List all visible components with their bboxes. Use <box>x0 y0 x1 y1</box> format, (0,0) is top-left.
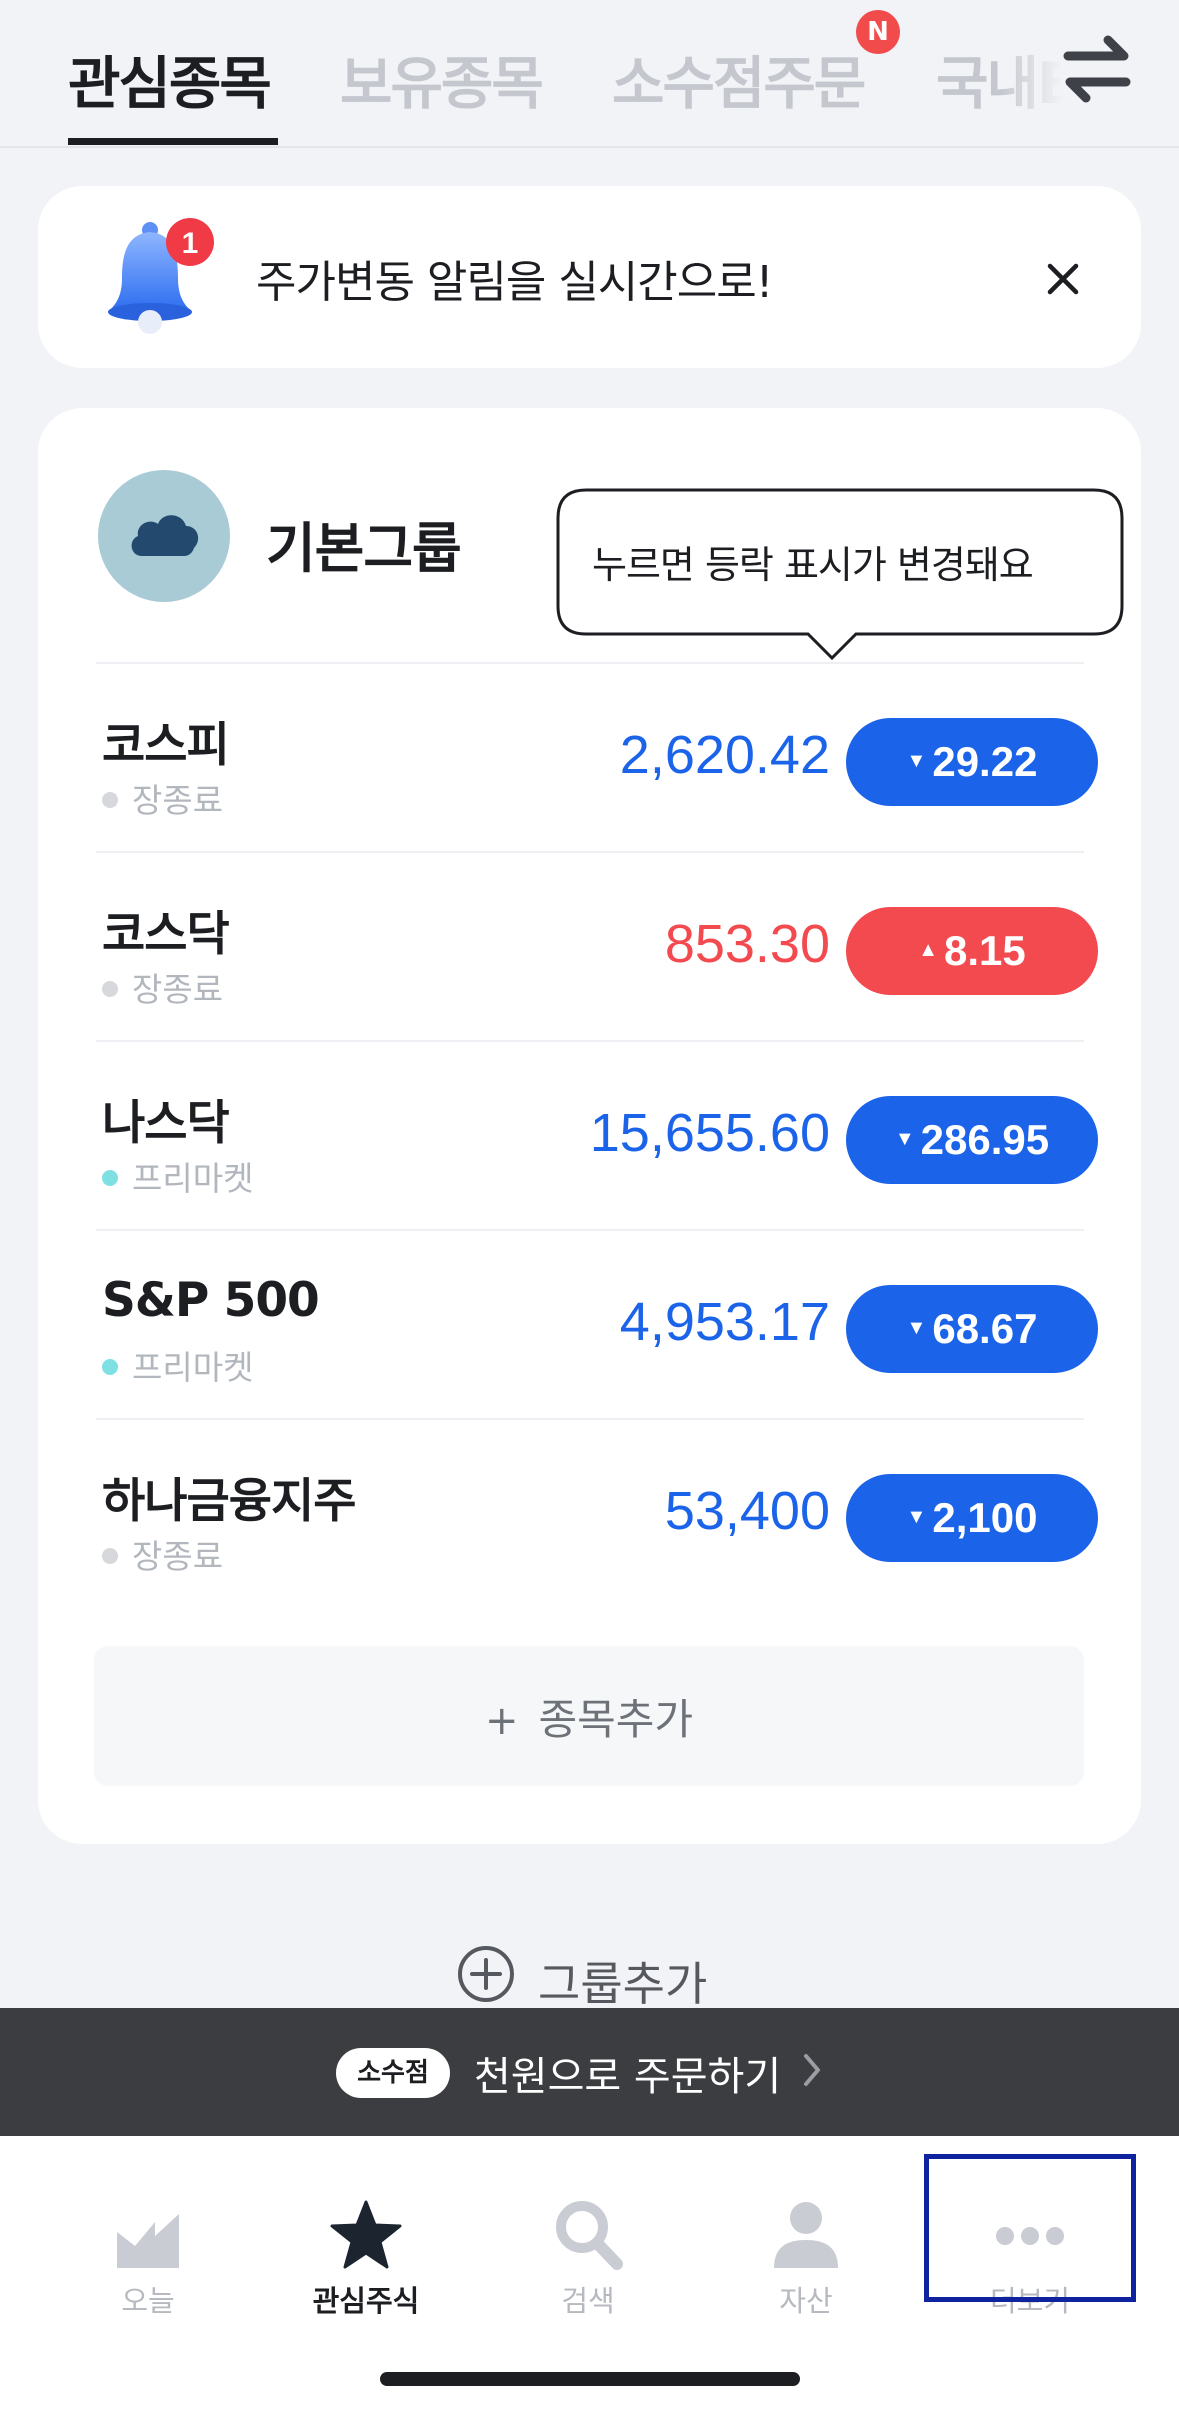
triangle-down-icon: ▼ <box>906 1505 927 1528</box>
market-status: 프리마켓 <box>102 1152 253 1200</box>
status-dot <box>102 1547 118 1564</box>
nav-search[interactable]: 검색 <box>488 2170 688 2318</box>
tab-watchlist[interactable]: 관심종목 <box>68 38 272 120</box>
stock-list: 코스피 장종료 2,620.42 ▼ 29.22 코스닥 장종료 853.30 ▲ 8.15 나스닥… <box>96 662 1098 1607</box>
stock-row[interactable]: S&P 500 프리마켓 4,953.17 ▼ 68.67 <box>96 1229 1098 1418</box>
stock-price: 15,655.60 <box>589 1103 830 1163</box>
nav-assets[interactable]: 자산 <box>706 2170 906 2318</box>
status-dot <box>102 1358 118 1375</box>
stock-price: 53,400 <box>664 1481 830 1541</box>
change-value: 68.67 <box>932 1305 1038 1352</box>
market-status: 장종료 <box>102 1530 223 1578</box>
banner-text: 천원으로 주문하기 <box>474 2054 782 2100</box>
stock-row[interactable]: 코스닥장종료 853.30 ▲ 8.15 <box>96 851 1098 1040</box>
cloud-icon <box>131 515 199 556</box>
group-avatar[interactable] <box>98 470 230 602</box>
alert-message: 주가변동 알림을 실시간으로! <box>256 257 773 308</box>
status-dot <box>102 791 118 808</box>
triangle-down-icon: ▼ <box>894 1127 915 1150</box>
stock-name: S&P 500 <box>102 1273 320 1328</box>
chart-icon <box>117 2214 179 2268</box>
watchlist-group-card: 기본그룹 누르면 등락 표시가 변경돼요 코스피 장종료 2,620.42 ▼ 29.2… <box>38 408 1141 1844</box>
nav-watchlist[interactable]: 관심주식 <box>266 2170 466 2318</box>
stock-row[interactable]: 나스닥프리마켓 15,655.60 ▼ 286.95 <box>96 1040 1098 1229</box>
close-icon[interactable] <box>1040 256 1086 302</box>
stock-name: 하나금융지주 <box>102 1474 356 1529</box>
plus-icon: + <box>484 1697 519 1744</box>
stock-name: 코스피 <box>102 718 230 773</box>
bell-icon: 1 <box>108 218 214 334</box>
nav-search-label: 검색 <box>561 2284 615 2318</box>
tab-fractional-order[interactable]: 소수점주문 <box>612 38 866 120</box>
market-status-label: 프리마켓 <box>132 1348 254 1387</box>
tooltip-text: 누르면 등락 표시가 변경돼요 <box>592 543 1034 587</box>
new-badge: N <box>856 10 900 54</box>
change-pill[interactable]: ▼ 68.67 <box>846 1285 1098 1373</box>
nav-watchlist-label: 관심주식 <box>312 2284 420 2318</box>
active-tab-indicator <box>68 138 278 145</box>
nav-today-label: 오늘 <box>121 2284 175 2318</box>
circle-plus-icon <box>458 1946 514 2002</box>
bell-badge-count: 1 <box>182 227 199 260</box>
fractional-badge: 소수점 <box>336 2048 450 2098</box>
status-dot <box>102 980 118 997</box>
group-title[interactable]: 기본그룹 <box>266 504 462 583</box>
chevron-right-icon <box>804 2054 820 2086</box>
stock-name: 코스닥 <box>102 907 230 962</box>
stock-price: 853.30 <box>664 914 830 974</box>
add-stock-label: 종목추가 <box>538 1694 694 1744</box>
search-icon <box>556 2201 623 2270</box>
status-dot <box>102 1169 118 1186</box>
add-group-label: 그룹추가 <box>538 1957 708 2011</box>
change-value: 29.22 <box>932 738 1038 785</box>
market-status-label: 장종료 <box>132 970 224 1009</box>
tab-holdings[interactable]: 보유종목 <box>340 38 544 120</box>
person-icon <box>774 2202 838 2268</box>
market-status-label: 장종료 <box>132 781 224 820</box>
market-status-label: 프리마켓 <box>132 1159 254 1198</box>
change-pill[interactable]: ▼ 29.22 <box>846 718 1098 806</box>
stock-price: 4,953.17 <box>619 1292 830 1352</box>
fractional-order-banner[interactable]: 소수점 천원으로 주문하기 <box>0 2008 1179 2136</box>
bottom-navigation: 오늘 관심주식 검색 자산 더보기 <box>0 2136 1179 2412</box>
change-value: 8.15 <box>944 927 1026 974</box>
watchlist-screen: 관심종목 보유종목 소수점주문 국내B N 1 주가변동 알림 <box>0 0 1179 2412</box>
add-stock-button[interactable]: + 종목추가 <box>94 1646 1084 1786</box>
star-icon <box>330 2200 402 2269</box>
price-alert-banner[interactable]: 1 주가변동 알림을 실시간으로! <box>38 186 1141 368</box>
swap-arrows-icon[interactable] <box>1060 34 1134 104</box>
change-value: 286.95 <box>920 1116 1050 1163</box>
triangle-up-icon: ▲ <box>918 938 939 961</box>
stock-row[interactable]: 코스피장종료 2,620.42 ▼ 29.22 <box>96 662 1098 851</box>
change-value: 2,100 <box>932 1494 1038 1541</box>
triangle-down-icon: ▼ <box>906 749 927 772</box>
home-indicator[interactable] <box>380 2372 800 2386</box>
nav-assets-label: 자산 <box>779 2284 833 2318</box>
more-highlight-box <box>924 2154 1136 2302</box>
market-status: 장종료 <box>102 963 223 1011</box>
tab-bar: 관심종목 보유종목 소수점주문 국내B N <box>0 0 1179 148</box>
change-pill[interactable]: ▼ 286.95 <box>846 1096 1098 1184</box>
nav-today[interactable]: 오늘 <box>48 2170 248 2318</box>
stock-name: 나스닥 <box>102 1096 230 1151</box>
change-pill[interactable]: ▲ 8.15 <box>846 907 1098 995</box>
change-pill[interactable]: ▼ 2,100 <box>846 1474 1098 1562</box>
market-status: 프리마켓 <box>102 1341 253 1389</box>
triangle-down-icon: ▼ <box>906 1316 927 1339</box>
market-status-label: 장종료 <box>132 1537 224 1576</box>
stock-row[interactable]: 하나금융지주장종료 53,400 ▼ 2,100 <box>96 1418 1098 1607</box>
change-display-tooltip: 누르면 등락 표시가 변경돼요 <box>556 488 1124 661</box>
market-status: 장종료 <box>102 774 223 822</box>
stock-price: 2,620.42 <box>619 725 830 785</box>
